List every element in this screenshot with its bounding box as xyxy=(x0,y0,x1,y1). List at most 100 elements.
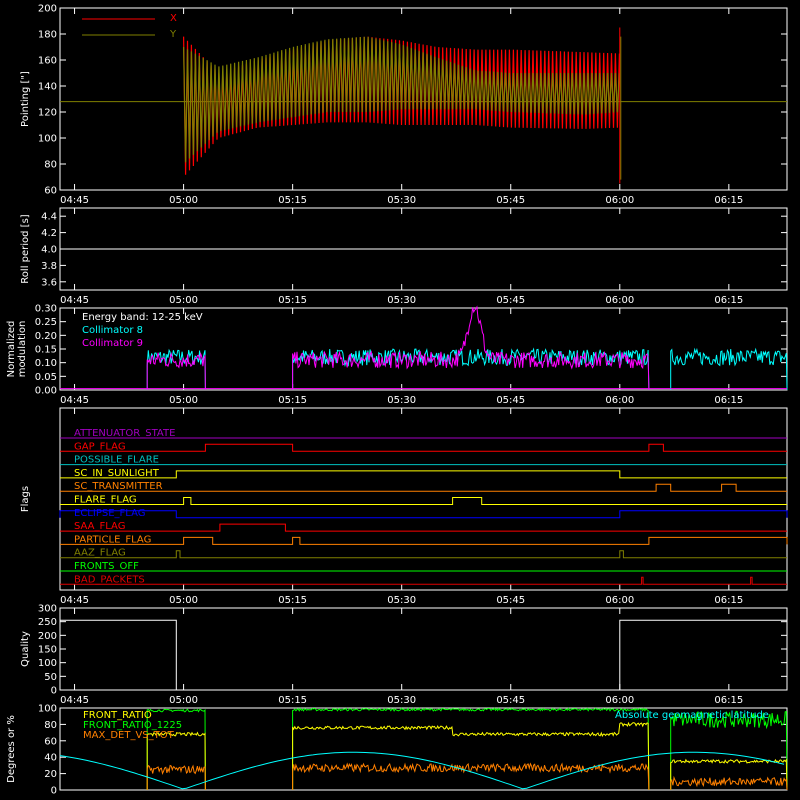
y-tick-label: 0.20 xyxy=(35,331,57,342)
y-axis-label: Pointing ["] xyxy=(20,71,31,127)
y-tick-label: 4.2 xyxy=(41,228,57,239)
modulation-series xyxy=(292,305,650,391)
x-tick-label: 06:15 xyxy=(714,595,743,606)
flag-label: ATTENUATOR_STATE xyxy=(74,428,175,439)
flag-label: AAZ_FLAG xyxy=(74,548,126,559)
legend-energy-band: Energy band: 12-25 keV xyxy=(82,312,203,323)
x-tick-label: 05:30 xyxy=(387,195,416,206)
x-tick-label: 05:15 xyxy=(278,695,307,706)
y-tick-label: 200 xyxy=(38,631,57,642)
y-tick-label: 300 xyxy=(38,604,57,615)
y-tick-label: 3.8 xyxy=(41,261,57,272)
chart-stage: 04:45 05:00 05:15 05:30 05:45 06:00 06:15 60 80 1… xyxy=(0,0,800,800)
y-tick-label: 160 xyxy=(38,56,57,67)
y-tick-label: 0 xyxy=(51,786,57,797)
y-tick-label: 80 xyxy=(44,720,57,731)
y-tick-label: 0.15 xyxy=(35,345,57,356)
degrees-series xyxy=(670,758,788,791)
y-tick-label: 20 xyxy=(44,769,57,780)
y-axis-label: Degrees or % xyxy=(6,715,17,783)
legend-geomagnetic: Absolute geomagnetic latitude xyxy=(615,710,769,721)
legend-label-x: X xyxy=(170,13,177,24)
y-tick-label: 250 xyxy=(38,617,57,628)
x-tick-label: 05:45 xyxy=(496,695,525,706)
x-tick-label: 06:15 xyxy=(714,295,743,306)
pointing-series-y xyxy=(183,36,620,163)
degrees-series xyxy=(292,721,650,791)
x-tick-label: 05:45 xyxy=(496,195,525,206)
x-tick-label: 06:00 xyxy=(605,195,634,206)
x-tick-label: 04:45 xyxy=(60,695,89,706)
flag-label: FRONTS_OFF xyxy=(74,561,139,572)
y-tick-label: 0.10 xyxy=(35,358,57,369)
x-tick-label: 05:15 xyxy=(278,295,307,306)
modulation-series xyxy=(146,351,206,391)
x-tick-label: 06:15 xyxy=(714,695,743,706)
flag-label: SC_TRANSMITTER xyxy=(74,481,163,492)
x-tick-label: 04:45 xyxy=(60,195,89,206)
degrees-series xyxy=(146,731,206,791)
flag-trace xyxy=(60,443,787,452)
x-tick-label: 05:00 xyxy=(169,195,198,206)
x-tick-label: 04:45 xyxy=(60,395,89,406)
y-tick-label: 80 xyxy=(44,160,57,171)
y-tick-label: 0.30 xyxy=(35,304,57,315)
y-tick-label: 4.4 xyxy=(41,212,57,223)
flag-label: FLARE_FLAG xyxy=(74,495,137,506)
x-tick-label: 05:30 xyxy=(387,395,416,406)
y-tick-label: 120 xyxy=(38,108,57,119)
y-tick-label: 60 xyxy=(44,186,57,197)
flag-label: BAD_PACKETS xyxy=(74,574,145,585)
y-tick-label: 140 xyxy=(38,82,57,93)
modulation-series xyxy=(146,348,206,391)
flag-label: ECLIPSE_FLAG xyxy=(74,508,145,519)
y-tick-label: 100 xyxy=(38,658,57,669)
flag-trace xyxy=(60,497,787,505)
degrees-series xyxy=(670,775,788,791)
x-tick-label: 05:30 xyxy=(387,295,416,306)
y-tick-label: 0.05 xyxy=(35,372,57,383)
legend-collimator-9: Collimator 9 xyxy=(82,338,143,349)
flag-trace xyxy=(60,483,787,492)
legend-label-y: Y xyxy=(169,29,177,40)
legend-max-det: MAX_DET_VS_TOT xyxy=(83,730,175,741)
y-tick-label: 0 xyxy=(51,686,57,697)
y-axis-label: Quality xyxy=(20,631,31,667)
x-tick-label: 06:00 xyxy=(605,695,634,706)
flag-trace xyxy=(60,523,787,532)
x-tick-label: 05:00 xyxy=(169,395,198,406)
x-tick-label: 06:00 xyxy=(605,595,634,606)
x-tick-label: 05:45 xyxy=(496,595,525,606)
x-tick-label: 06:15 xyxy=(714,395,743,406)
y-tick-label: 100 xyxy=(38,704,57,715)
flag-label: PARTICLE_FLAG xyxy=(74,534,151,545)
flag-trace xyxy=(60,550,787,559)
y-axis-label: modulation xyxy=(17,321,28,378)
degrees-series xyxy=(670,710,788,791)
x-tick-label: 05:30 xyxy=(387,595,416,606)
x-tick-label: 05:00 xyxy=(169,295,198,306)
flag-trace xyxy=(60,470,787,479)
y-axis-label: Flags xyxy=(20,486,31,512)
y-tick-label: 4.0 xyxy=(41,245,57,256)
y-axis-label: Normalized xyxy=(6,321,17,378)
flag-label: SAA_FLAG xyxy=(74,521,125,532)
x-tick-label: 04:45 xyxy=(60,595,89,606)
flag-trace xyxy=(60,536,788,545)
x-tick-label: 05:15 xyxy=(278,595,307,606)
y-tick-label: 0.25 xyxy=(35,317,57,328)
x-tick-label: 06:00 xyxy=(605,295,634,306)
y-tick-label: 200 xyxy=(38,4,57,15)
quality-line xyxy=(60,619,787,691)
y-tick-label: 60 xyxy=(44,736,57,747)
flag-trace xyxy=(59,510,788,519)
x-tick-label: 05:45 xyxy=(496,395,525,406)
x-tick-label: 05:15 xyxy=(278,395,307,406)
y-tick-label: 180 xyxy=(38,30,57,41)
x-tick-label: 06:15 xyxy=(714,195,743,206)
y-tick-label: 40 xyxy=(44,753,57,764)
degrees-series xyxy=(292,762,650,791)
y-tick-label: 100 xyxy=(38,134,57,145)
x-tick-label: 06:00 xyxy=(605,395,634,406)
degrees-series xyxy=(292,707,650,791)
